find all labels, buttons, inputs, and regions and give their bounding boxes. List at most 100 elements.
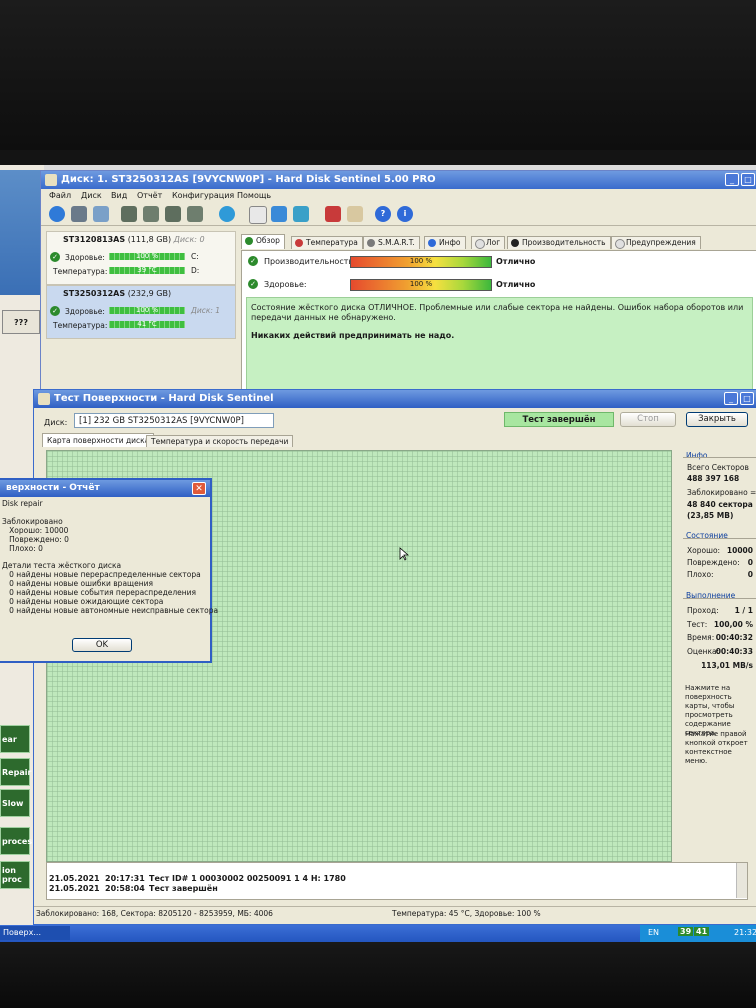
tab-temperature[interactable]: Температура [291,236,363,249]
disk-1-temp-label: Температура: [53,321,108,330]
estimate-row: Оценка: 00:40:33 [687,647,753,656]
disk-1-size: (232,9 GB) [127,289,172,298]
main-titlebar[interactable]: Диск: 1. ST3250312AS [9VYCNW0P] - Hard D… [41,171,756,189]
tab-smart[interactable]: S.M.A.R.T. [363,236,420,249]
info-heading: Инфо [686,451,708,460]
surface-titlebar[interactable]: Тест Поверхности - Hard Disk Sentinel _ … [34,390,756,408]
tab-log[interactable]: Лог [471,236,506,249]
tab-smart-label: S.M.A.R.T. [378,238,415,247]
taskbar-item[interactable]: Поверх... [0,926,70,940]
mouse-cursor-icon [399,547,409,561]
menu-disk[interactable]: Диск [81,191,102,200]
help-icon[interactable]: ? [375,206,391,222]
refresh-icon[interactable] [49,206,65,222]
test-status-badge: Тест завершён [504,412,614,427]
ok-button[interactable]: OK [72,638,132,652]
tool-icon[interactable] [187,206,203,222]
log-scrollbar[interactable] [736,863,747,898]
menu-file[interactable]: Файл [49,191,71,200]
tab-performance[interactable]: Производительность [507,236,611,249]
disk-0-drive-2[interactable]: D: [191,266,199,275]
bad-label: Плохо: [687,570,714,579]
disk-1-temp-value: 41 °C [137,320,157,328]
app-icon [38,393,50,405]
monitor-bezel-top [0,0,756,150]
chart-icon[interactable] [93,206,109,222]
tab-warnings[interactable]: Предупреждения [611,236,701,249]
menu-view[interactable]: Вид [111,191,127,200]
sync-icon[interactable] [271,206,287,222]
divider [683,538,756,539]
log-date: 21.05.2021 [49,884,100,893]
disk-1-title: ST3250312AS (232,9 GB) [63,289,171,298]
info-icon[interactable]: i [397,206,413,222]
ok-check-icon: ✓ [50,306,60,316]
log-time: 20:17:31 [105,874,145,883]
document-icon[interactable] [249,206,267,224]
maximize-button[interactable]: □ [740,392,754,405]
perf-bar: 100 % [350,256,492,268]
report-dialog: верхности - Отчёт ✕ Disk repair Заблокир… [0,478,219,663]
disk-0-drive[interactable]: C: [191,252,199,261]
health-value: 100 % [409,280,433,288]
tray-temp[interactable]: 39 [678,927,694,936]
tab-surface-map[interactable]: Карта поверхности диска [42,433,155,447]
tool-icon[interactable] [165,206,181,222]
tool-icon[interactable] [143,206,159,222]
tab-overview-label: Обзор [256,236,280,245]
report-body: Disk repair Заблокировано Хорошо: 10000 … [2,499,219,615]
minimize-button[interactable]: _ [724,392,738,405]
mail-icon[interactable] [347,206,363,222]
minimize-button[interactable]: _ [725,173,739,186]
status-advice: Никаких действий предпринимать не надо. [251,331,455,340]
log-text: Тест ID# 1 00030002 00250091 1 4 H: 1780 [149,874,346,883]
background-button-repair[interactable]: Repair [0,758,31,786]
report-title: верхности - Отчёт [6,483,100,493]
menu-help[interactable]: Помощь [237,191,271,200]
disk-panel-1[interactable]: ST3250312AS (232,9 GB) ✓ Здоровье: 100 %… [46,285,236,339]
language-indicator[interactable]: EN [648,928,659,937]
close-button[interactable]: Закрыть [686,412,748,427]
disk-1-name: ST3250312AS [63,289,126,298]
maximize-button[interactable]: □ [741,173,755,186]
total-sectors: 488 397 168 [687,474,740,483]
health-status: Отлично [496,280,536,289]
tab-info-label: Инфо [439,238,461,247]
menu-report[interactable]: Отчёт [137,191,162,200]
disk-0-temp-bar: 39 °C [109,266,185,274]
status-bar: Заблокировано: 168, Сектора: 8205120 - 8… [34,906,756,921]
disk-field: [1] 232 GB ST3250312AS [9VYCNW0P] [74,413,274,428]
tab-temperature-speed[interactable]: Температура и скорость передачи [146,435,294,447]
disk-0-number: Диск: 0 [173,235,205,244]
report-icon[interactable] [325,206,341,222]
time-value: 00:40:32 [715,633,753,642]
background-button-process[interactable]: proces: [0,827,35,855]
main-window: Диск: 1. ST3250312AS [9VYCNW0P] - Hard D… [40,170,756,407]
tray-health[interactable]: 41 [694,927,710,936]
surface-window-title: Тест Поверхности - Hard Disk Sentinel [54,393,274,404]
disk-1-temp-bar: 41 °C [109,320,185,328]
stop-button[interactable]: Стоп [620,412,676,427]
disk-panel-0[interactable]: ST3120813AS (111,8 GB) Диск: 0 ✓ Здоровь… [46,231,236,285]
background-help-button[interactable]: ??? [2,310,40,334]
background-button-erase[interactable]: ear [0,725,30,753]
report-titlebar[interactable]: верхности - Отчёт [0,480,210,497]
tab-info[interactable]: Инфо [424,236,466,249]
menu-config[interactable]: Конфигурация [172,191,234,200]
network-icon[interactable] [293,206,309,222]
perf-status: Отлично [496,257,536,266]
close-icon[interactable]: ✕ [192,482,206,495]
disk-icon[interactable] [71,206,87,222]
background-button-action-process[interactable]: ion proc [0,861,30,889]
disk-0-health-label: Здоровье: [65,253,105,262]
divider [683,598,756,599]
background-image [0,170,44,295]
pass-row: Проход: 1 / 1 [687,606,753,615]
tool-icon[interactable] [121,206,137,222]
menu-bar: Файл Диск Вид Отчёт Конфигурация Помощь [41,190,756,202]
disk-1-health-bar: 100 % [109,306,185,314]
status-text: Состояние жёсткого диска ОТЛИЧНОЕ. Пробл… [251,303,744,322]
tab-overview[interactable]: Обзор [241,234,285,249]
background-button-slow[interactable]: Slow [0,789,30,817]
globe-icon[interactable] [219,206,235,222]
